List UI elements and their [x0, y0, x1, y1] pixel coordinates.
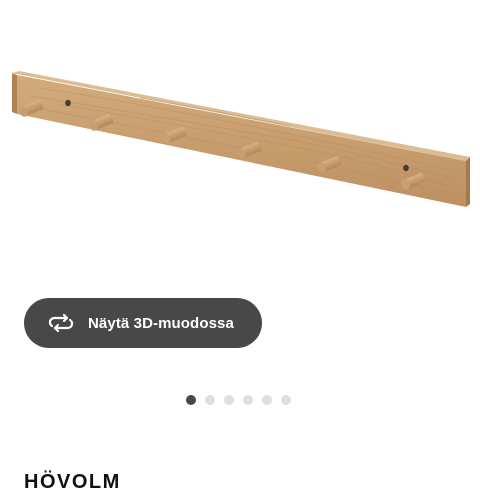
rotate-3d-icon — [46, 311, 76, 335]
carousel-dot-6[interactable] — [281, 395, 291, 405]
carousel-dot-5[interactable] — [262, 395, 272, 405]
screw-hole — [65, 99, 71, 107]
carousel-dot-2[interactable] — [205, 395, 215, 405]
view-3d-button[interactable]: Näytä 3D-muodossa — [24, 298, 262, 348]
view-3d-label: Näytä 3D-muodossa — [88, 314, 234, 332]
coat-rack-board — [12, 71, 470, 207]
carousel-dot-4[interactable] — [243, 395, 253, 405]
carousel-dot-3[interactable] — [224, 395, 234, 405]
screw-hole — [403, 164, 409, 172]
product-image[interactable] — [0, 60, 480, 220]
product-name: HÖVOLM — [24, 471, 121, 493]
carousel-dot-1[interactable] — [186, 395, 196, 405]
carousel-dots — [186, 395, 291, 405]
